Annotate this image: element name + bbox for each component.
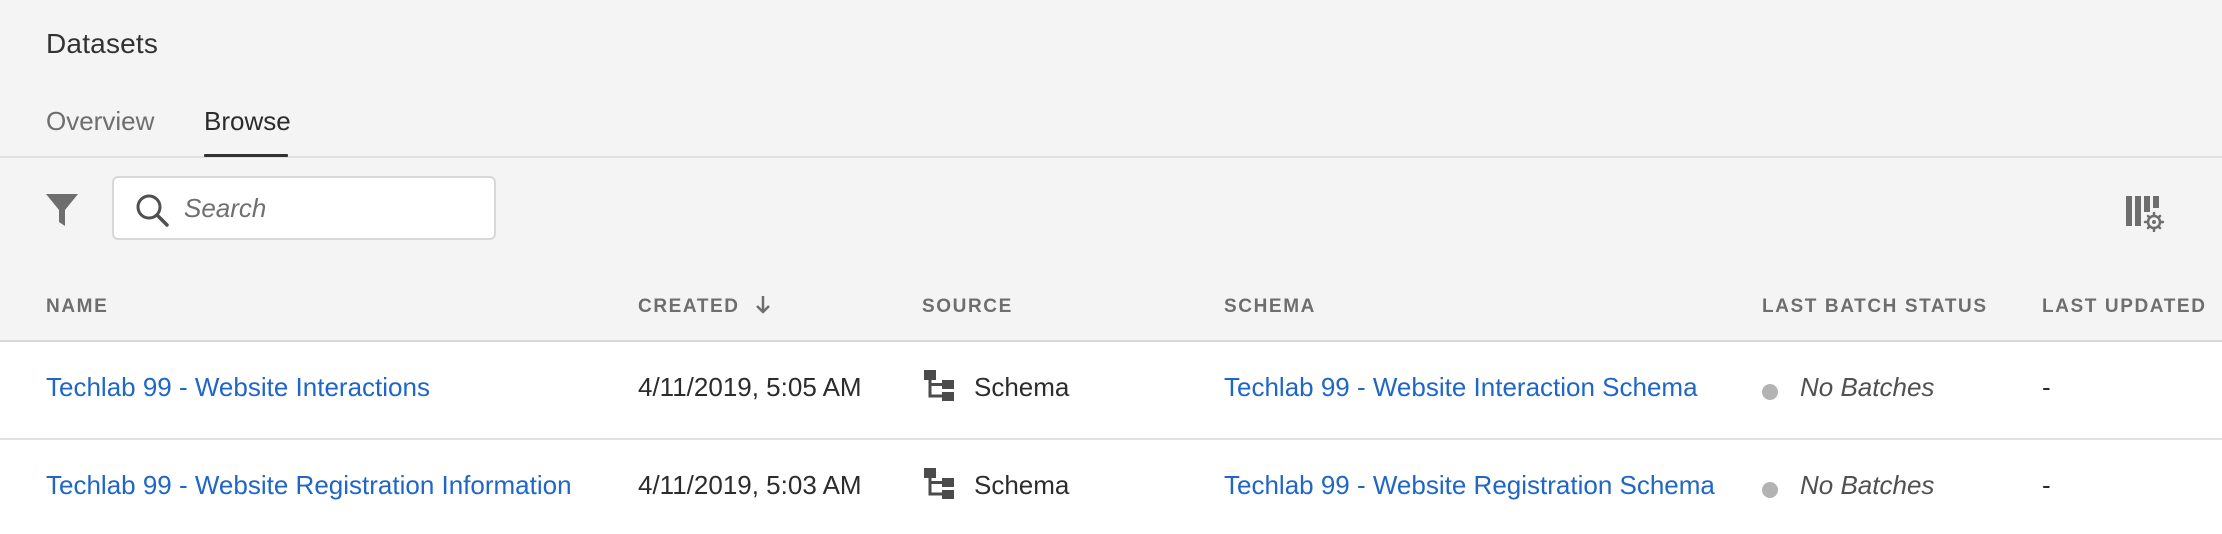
filter-icon[interactable] [42, 190, 82, 230]
tab-bar: Overview Browse [0, 100, 2222, 158]
search-input[interactable] [184, 184, 484, 232]
schema-link[interactable]: Techlab 99 - Website Interaction Schema [1224, 372, 1698, 403]
status-dot [1762, 384, 1778, 400]
table-row[interactable]: Techlab 99 - Website Registration Inform… [0, 440, 2222, 534]
last-updated: - [2042, 470, 2051, 500]
column-settings-icon[interactable] [2124, 192, 2165, 233]
column-header-last-batch-status[interactable]: LAST BATCH STATUS [1762, 296, 1988, 318]
created-date: 4/11/2019, 5:03 AM [638, 470, 862, 500]
table-row[interactable]: Techlab 99 - Website Interactions 4/11/2… [0, 342, 2222, 440]
table-header: NAME CREATED SOURCE SCHEMA LAST BATCH ST… [0, 280, 2222, 342]
search-icon [136, 194, 169, 227]
last-updated: - [2042, 372, 2051, 402]
source-label: Schema [974, 470, 1070, 500]
schema-link[interactable]: Techlab 99 - Website Registration Schema [1224, 470, 1715, 501]
status-dot [1762, 482, 1778, 498]
batch-status: No Batches [1800, 470, 1935, 500]
tab-overview[interactable]: Overview [46, 106, 154, 137]
page-title: Datasets [46, 28, 159, 59]
datasets-table: NAME CREATED SOURCE SCHEMA LAST BATCH ST… [0, 280, 2222, 534]
dataset-name-link[interactable]: Techlab 99 - Website Registration Inform… [46, 470, 572, 501]
active-tab-indicator [204, 154, 288, 157]
column-header-name[interactable]: NAME [46, 296, 108, 318]
schema-source-icon [924, 370, 954, 401]
column-header-schema[interactable]: SCHEMA [1224, 296, 1316, 318]
source-label: Schema [974, 372, 1070, 402]
created-date: 4/11/2019, 5:05 AM [638, 372, 862, 402]
schema-source-icon [924, 468, 954, 499]
tab-browse[interactable]: Browse [204, 106, 291, 137]
toolbar [0, 160, 2222, 280]
column-header-created-label: CREATED [638, 296, 740, 317]
column-header-created[interactable]: CREATED [638, 296, 772, 318]
column-header-source[interactable]: SOURCE [922, 296, 1013, 318]
column-header-last-updated[interactable]: LAST UPDATED [2042, 296, 2207, 318]
dataset-name-link[interactable]: Techlab 99 - Website Interactions [46, 372, 430, 403]
search-box[interactable] [112, 176, 496, 240]
sort-descending-icon [755, 296, 770, 315]
batch-status: No Batches [1800, 372, 1935, 402]
